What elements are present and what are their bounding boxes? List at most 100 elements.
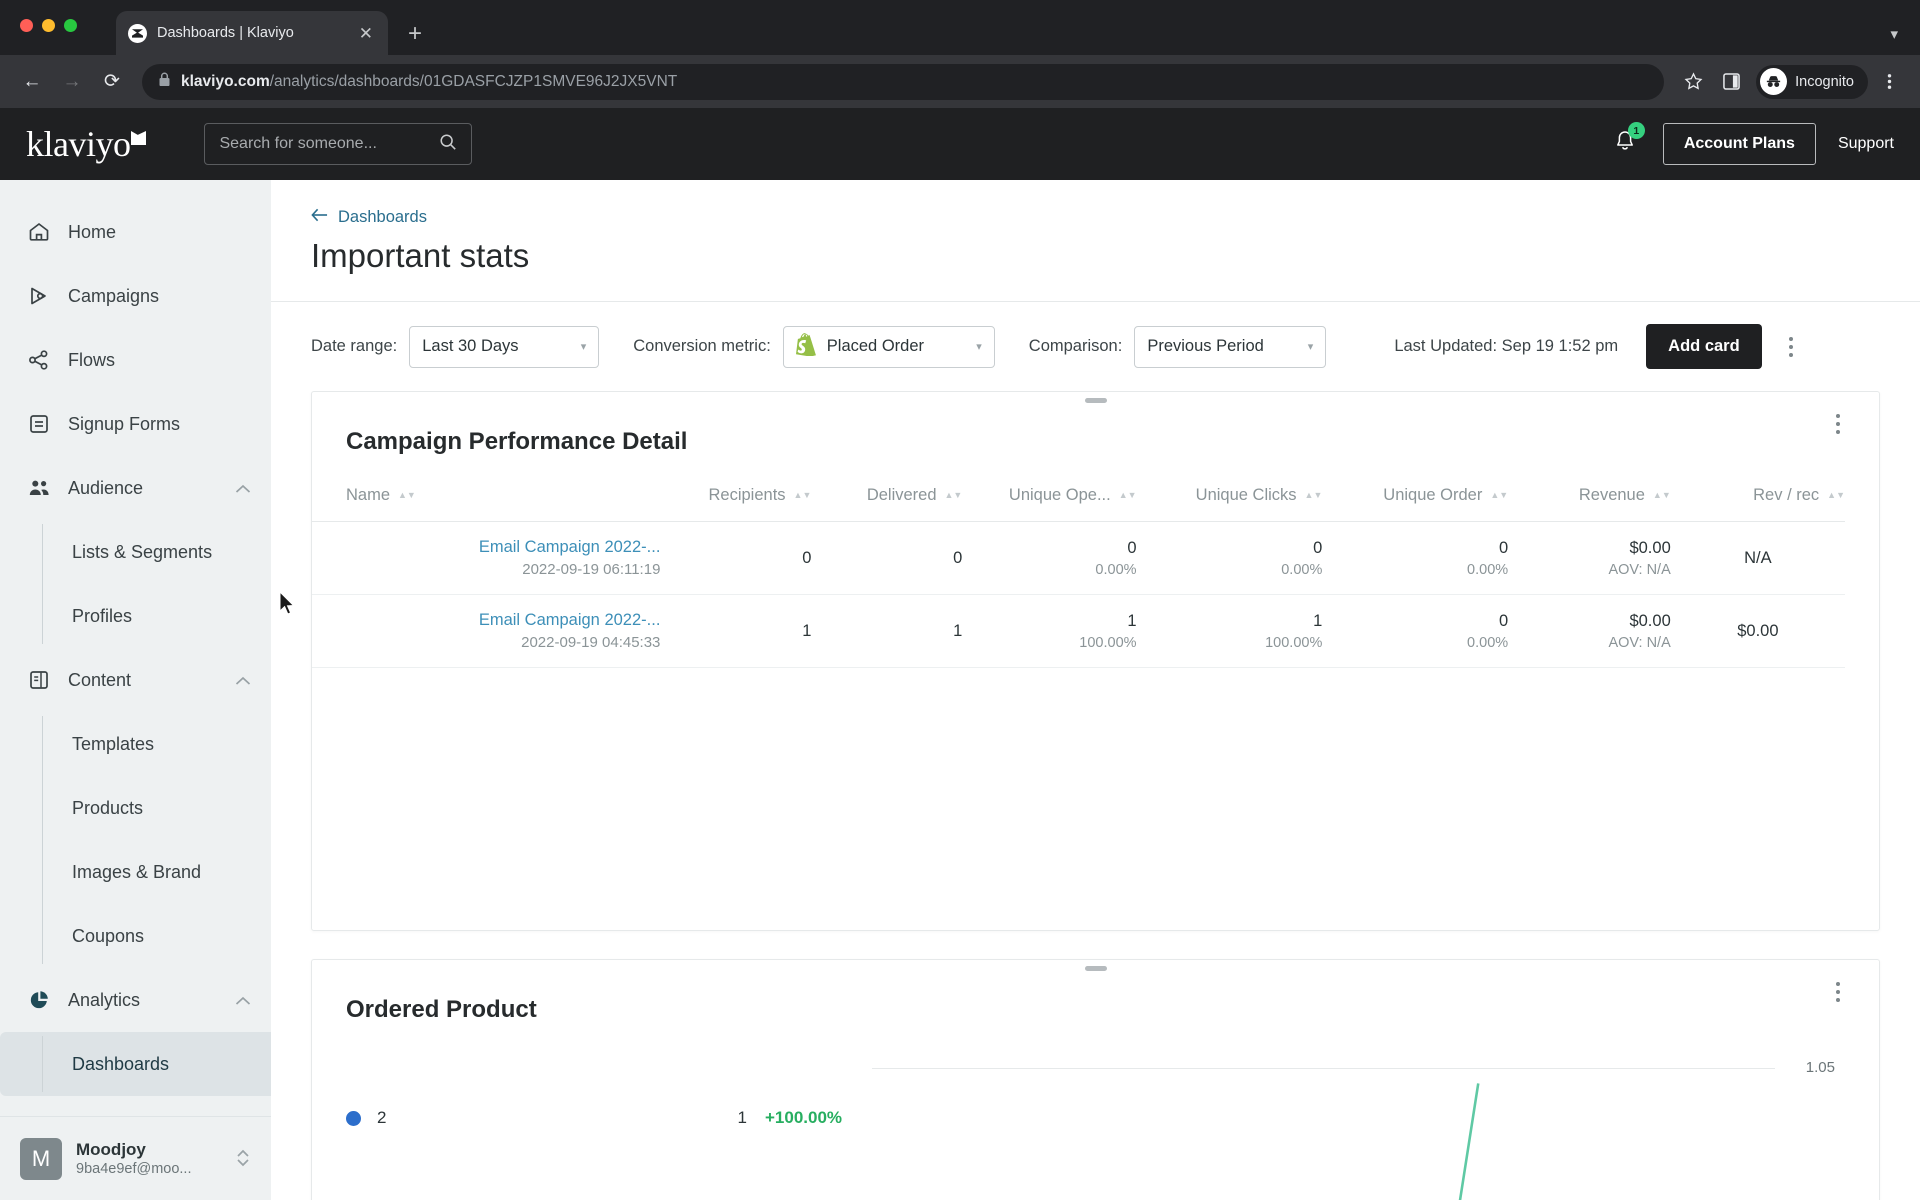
sidebar-subgroup-analytics: Dashboards	[0, 1032, 271, 1096]
klaviyo-logo[interactable]: klaviyo	[26, 123, 146, 165]
sidebar-item-flows[interactable]: Flows	[0, 328, 271, 392]
minimize-window-button[interactable]	[42, 19, 55, 32]
side-panel-icon[interactable]	[1714, 65, 1748, 99]
close-icon[interactable]: ✕	[356, 22, 376, 45]
date-range-label: Date range:	[311, 337, 398, 355]
updown-chevron-icon	[235, 1147, 251, 1170]
date-range-value: Last 30 Days	[422, 337, 519, 355]
address-bar[interactable]: klaviyo.com/analytics/dashboards/01GDASF…	[142, 63, 1665, 100]
sidebar-item-home[interactable]: Home	[0, 200, 271, 264]
cell-unique-orders: 0 0.00%	[1322, 594, 1509, 668]
incognito-icon	[1760, 68, 1788, 95]
column-header-name[interactable]: Name ▲▼	[312, 486, 661, 522]
column-header-rev-per-rec[interactable]: Rev / rec ▲▼	[1670, 486, 1845, 522]
conversion-metric-select[interactable]: Placed Order ▾	[782, 325, 995, 368]
column-header-recipients[interactable]: Recipients ▲▼	[660, 486, 812, 522]
support-link[interactable]: Support	[1838, 135, 1894, 153]
table-row[interactable]: Email Campaign 2022-... 2022-09-19 06:11…	[312, 521, 1845, 595]
cell-revenue: $0.00 AOV: N/A	[1508, 594, 1671, 668]
drag-handle-icon[interactable]	[1084, 966, 1107, 971]
sidebar-item-profiles[interactable]: Profiles	[42, 584, 271, 648]
dashboard-options-kebab-menu-icon[interactable]	[1776, 336, 1806, 357]
column-header-delivered[interactable]: Delivered ▲▼	[811, 486, 963, 522]
account-plans-button[interactable]: Account Plans	[1662, 123, 1816, 165]
sidebar-item-lists-segments[interactable]: Lists & Segments	[42, 520, 271, 584]
chevron-down-icon[interactable]: ▾	[1890, 25, 1898, 43]
conversion-metric-value: Placed Order	[826, 337, 924, 355]
sidebar-item-templates[interactable]: Templates	[42, 712, 271, 776]
new-tab-button[interactable]: +	[408, 22, 422, 46]
account-switcher[interactable]: M Moodjoy 9ba4e9ef@moo...	[0, 1116, 271, 1200]
column-header-unique-opens[interactable]: Unique Ope... ▲▼	[962, 486, 1137, 522]
cell-subvalue: 0.00%	[1467, 561, 1509, 578]
sidebar-group-audience[interactable]: Audience	[0, 456, 271, 520]
reload-icon[interactable]: ⟳	[94, 64, 130, 100]
address-bar-path: /analytics/dashboards/01GDASFCJZP1SMVE96…	[269, 72, 678, 90]
sidebar-item-label: Flows	[68, 349, 116, 370]
column-label: Name	[346, 486, 391, 504]
sort-icon: ▲▼	[1118, 490, 1137, 501]
sidebar-item-campaigns[interactable]: Campaigns	[0, 264, 271, 328]
table-header-row: Name ▲▼ Recipients ▲▼ Delivered ▲▼ Uniqu…	[312, 486, 1845, 522]
add-card-button[interactable]: Add card	[1646, 324, 1762, 369]
sidebar: Home Campaigns Flows Signup Forms Audien…	[0, 180, 271, 1200]
sidebar-subitem-label: Images & Brand	[72, 861, 202, 882]
sidebar-subitem-label: Coupons	[72, 925, 145, 946]
sidebar-item-dashboards[interactable]: Dashboards	[0, 1032, 271, 1096]
incognito-indicator[interactable]: Incognito	[1756, 64, 1868, 99]
column-label: Unique Order	[1383, 486, 1483, 504]
cell-revenue: $0.00 AOV: N/A	[1508, 521, 1671, 595]
sidebar-subgroup-audience: Lists & Segments Profiles	[42, 520, 271, 648]
sidebar-item-signup-forms[interactable]: Signup Forms	[0, 392, 271, 456]
arrow-right-icon[interactable]: →	[54, 64, 90, 100]
cell-value: 1	[953, 621, 963, 640]
cell-delivered: 0	[811, 521, 963, 595]
campaign-link[interactable]: Email Campaign 2022-...	[312, 538, 661, 557]
card-menu-kebab-menu-icon[interactable]	[1823, 414, 1853, 434]
maximize-window-button[interactable]	[64, 19, 77, 32]
mouse-cursor	[279, 591, 295, 615]
chart-legend-row[interactable]: 2 1 +100.00% 1.05	[312, 1058, 1879, 1200]
sidebar-item-images-brand[interactable]: Images & Brand	[42, 840, 271, 904]
legend-color-swatch	[346, 1110, 361, 1126]
cell-delivered: 1	[811, 594, 963, 668]
sidebar-group-content[interactable]: Content	[0, 648, 271, 712]
sidebar-group-analytics[interactable]: Analytics	[0, 968, 271, 1032]
star-icon[interactable]	[1676, 65, 1710, 99]
drag-handle-icon[interactable]	[1084, 398, 1107, 403]
browser-tab[interactable]: Dashboards | Klaviyo ✕	[116, 11, 388, 55]
cell-value: 0	[953, 548, 963, 567]
search-box[interactable]	[204, 123, 473, 165]
sidebar-item-products[interactable]: Products	[42, 776, 271, 840]
notifications-button[interactable]: 1	[1609, 122, 1645, 163]
card-menu-kebab-menu-icon[interactable]	[1823, 982, 1853, 1002]
sparkline-path	[1458, 1083, 1480, 1200]
comparison-label: Comparison:	[1028, 337, 1123, 355]
sort-icon: ▲▼	[1490, 490, 1509, 501]
campaigns-icon	[26, 283, 52, 309]
kebab-menu-icon[interactable]	[1872, 65, 1906, 99]
sidebar-item-coupons[interactable]: Coupons	[42, 904, 271, 968]
sidebar-item-label: Campaigns	[68, 285, 160, 306]
cell-unique-clicks: 1 100.00%	[1136, 594, 1323, 668]
comparison-value: Previous Period	[1147, 337, 1264, 355]
search-input[interactable]	[219, 135, 432, 153]
close-window-button[interactable]	[20, 19, 33, 32]
cell-rev-per-rec: N/A	[1670, 521, 1845, 595]
arrow-left-icon[interactable]: ←	[14, 64, 50, 100]
sidebar-item-label: Audience	[68, 477, 144, 498]
breadcrumb[interactable]: Dashboards	[311, 208, 1880, 227]
column-header-unique-clicks[interactable]: Unique Clicks ▲▼	[1136, 486, 1323, 522]
page-title: Important stats	[311, 237, 530, 274]
browser-window: Dashboards | Klaviyo ✕ + ▾ ← → ⟳ klaviyo…	[0, 0, 1920, 1200]
sidebar-item-label: Content	[68, 669, 132, 690]
audience-icon	[26, 475, 52, 501]
comparison-select[interactable]: Previous Period ▾	[1134, 325, 1327, 368]
date-range-select[interactable]: Last 30 Days ▾	[409, 325, 600, 368]
column-label: Unique Clicks	[1195, 486, 1297, 504]
table-row[interactable]: Email Campaign 2022-... 2022-09-19 04:45…	[312, 594, 1845, 668]
campaign-link[interactable]: Email Campaign 2022-...	[312, 611, 661, 630]
sidebar-item-label: Analytics	[68, 989, 141, 1010]
column-header-revenue[interactable]: Revenue ▲▼	[1508, 486, 1671, 522]
column-header-unique-orders[interactable]: Unique Order ▲▼	[1322, 486, 1509, 522]
